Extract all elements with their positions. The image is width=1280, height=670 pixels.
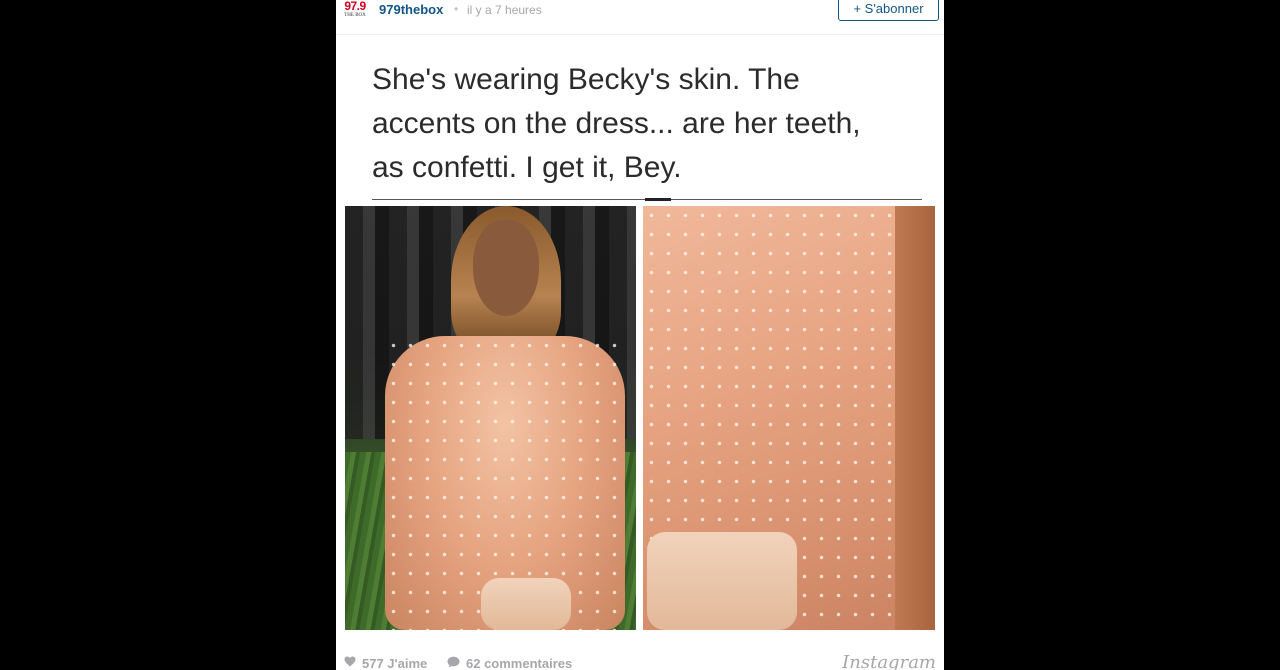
face — [473, 220, 539, 316]
clutch-bag-closeup — [647, 532, 797, 630]
comments-count[interactable]: 62 commentaires — [466, 656, 572, 670]
person-figure — [385, 206, 625, 630]
caption-line-2: accents on the dress... are her teeth, — [372, 107, 861, 140]
profile-avatar[interactable]: 97.9 THE BOX — [342, 0, 368, 20]
username-link[interactable]: 979thebox — [379, 2, 443, 17]
meme-caption: She's wearing Becky's skin. The accents … — [372, 58, 912, 190]
photo-full-dress — [345, 206, 636, 630]
post-header: 97.9 THE BOX 979thebox • il y a 7 heures… — [336, 0, 944, 35]
logo-subtext: THE BOX — [344, 13, 366, 18]
comment-icon[interactable] — [447, 656, 460, 668]
divider-tab — [645, 198, 671, 201]
likes-count[interactable]: 577 J'aime — [362, 656, 427, 670]
clutch-bag — [481, 578, 571, 630]
arm — [895, 206, 935, 630]
instagram-post-card: 97.9 THE BOX 979thebox • il y a 7 heures… — [336, 0, 944, 670]
post-time[interactable]: il y a 7 heures — [467, 3, 542, 17]
logo-number: 97.9 — [344, 0, 366, 13]
post-footer: 577 J'aime 62 commentaires Instagram — [336, 650, 944, 670]
follow-button[interactable]: + S'abonner — [838, 0, 939, 21]
heart-icon[interactable] — [344, 656, 356, 667]
caption-line-1: She's wearing Becky's skin. The — [372, 63, 800, 96]
caption-line-3: as confetti. I get it, Bey. — [372, 151, 682, 184]
separator-dot: • — [454, 2, 459, 16]
instagram-logo[interactable]: Instagram — [842, 652, 936, 670]
photo-dress-closeup — [643, 206, 935, 630]
